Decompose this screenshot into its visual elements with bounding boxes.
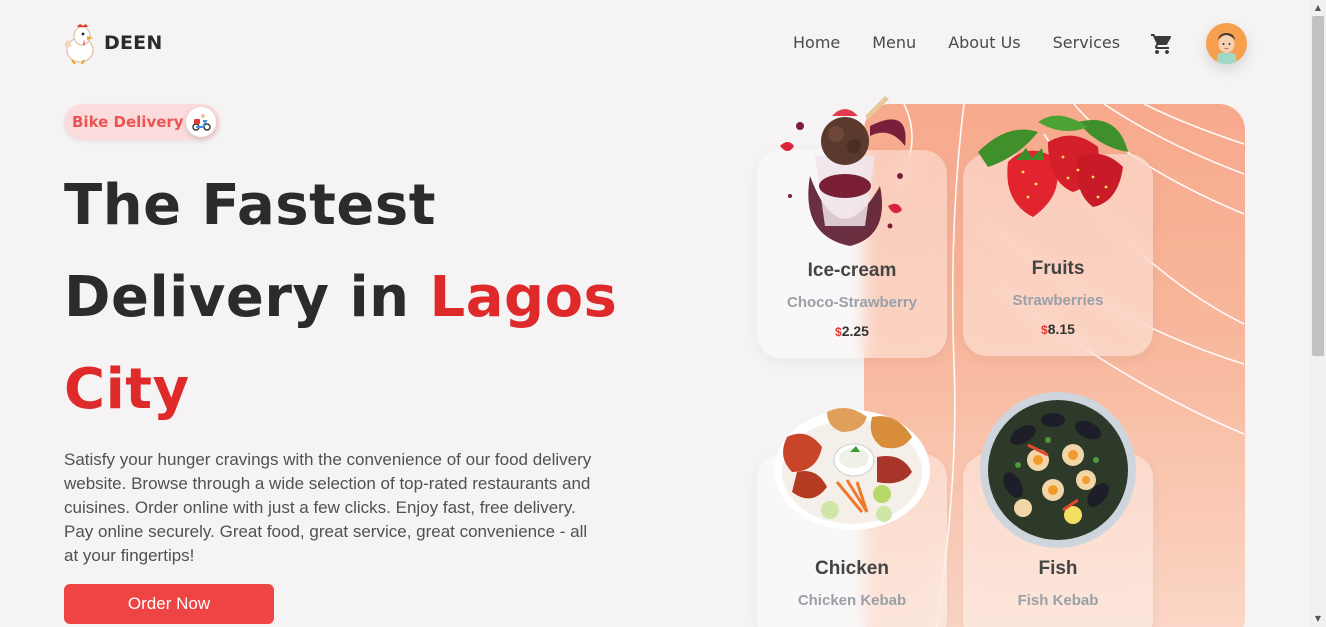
scroll-down-arrow-icon[interactable]: ▼: [1313, 614, 1323, 624]
card-title: Fish: [1038, 558, 1078, 579]
brand-logo[interactable]: DEEN: [62, 22, 162, 64]
scroll-up-arrow-icon[interactable]: ▲: [1313, 3, 1323, 13]
card-price: $8.15: [1041, 321, 1075, 337]
nav-item-home[interactable]: Home: [793, 33, 840, 52]
headline-highlight-lagos: Lagos: [429, 265, 618, 330]
headline-line-1: The Fastest: [64, 173, 436, 238]
chicken-kebab-image: [774, 408, 930, 530]
brand-name: DEEN: [104, 32, 163, 54]
hero-description: Satisfy your hunger cravings with the co…: [64, 450, 592, 565]
nav-item-about-us[interactable]: About Us: [948, 33, 1020, 52]
bike-delivery-badge: Bike Delivery: [64, 104, 220, 140]
main-nav: Home Menu About Us Services: [793, 33, 1120, 52]
card-title: Fruits: [1031, 258, 1085, 279]
headline-line-2-prefix: Delivery in: [64, 265, 430, 330]
headline-highlight-city: City: [64, 357, 190, 422]
scrollbar-thumb[interactable]: [1312, 16, 1324, 356]
card-subtitle: Choco-Strawberry: [786, 294, 918, 311]
site-header: DEEN Home Menu About Us Services: [0, 0, 1310, 88]
card-subtitle: Fish Kebab: [1017, 592, 1099, 609]
card-subtitle: Strawberries: [1012, 292, 1104, 309]
hero-headline: The Fastest Delivery in Lagos City: [64, 160, 617, 436]
scooter-icon: [186, 107, 216, 137]
cart-icon[interactable]: [1150, 32, 1174, 56]
card-price: $2.25: [835, 323, 869, 339]
nav-item-menu[interactable]: Menu: [872, 33, 916, 52]
card-title: Ice-cream: [807, 260, 897, 281]
order-now-button[interactable]: Order Now: [64, 584, 274, 624]
fish-platter-image: [980, 392, 1136, 548]
user-avatar-icon[interactable]: [1206, 23, 1247, 64]
chicken-mascot-icon: [64, 24, 94, 64]
card-subtitle: Chicken Kebab: [797, 592, 907, 609]
card-title: Chicken: [815, 558, 889, 579]
ice-cream-image: [780, 96, 906, 246]
strawberries-image: [978, 115, 1128, 217]
nav-item-services[interactable]: Services: [1053, 33, 1120, 52]
badge-label: Bike Delivery: [72, 113, 184, 131]
